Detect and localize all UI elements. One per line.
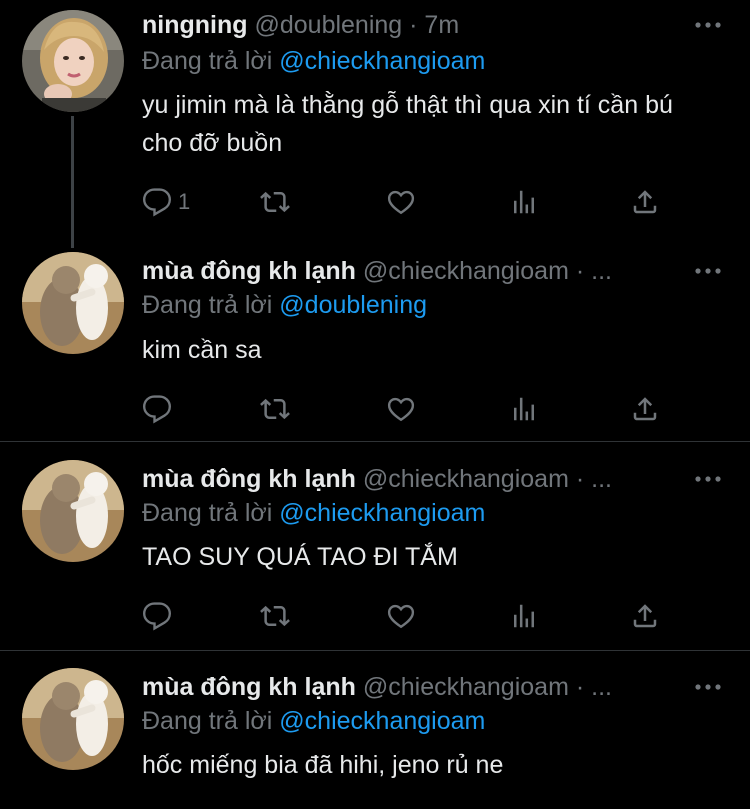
more-options-icon[interactable] (694, 10, 722, 40)
retweet-button[interactable] (260, 389, 290, 429)
like-button[interactable] (386, 389, 416, 429)
like-button[interactable] (386, 182, 416, 222)
tweet-text: hốc miếng bia đã hihi, jeno rủ ne (142, 751, 504, 779)
tweet-header: mùa đông kh lạnh @chieckhangioam · ... (142, 462, 680, 496)
display-name[interactable]: mùa đông kh lạnh (142, 673, 356, 701)
thread-line (71, 116, 74, 248)
more-options-icon[interactable] (694, 256, 722, 286)
analytics-icon (514, 190, 534, 214)
tweet[interactable]: ningning @doublening · 7m Đang trả lời @… (0, 0, 750, 248)
views-button[interactable] (509, 596, 539, 636)
reply-icon (142, 188, 172, 217)
reply-icon (142, 395, 172, 424)
timestamp[interactable]: · ... (576, 673, 612, 701)
divider (0, 650, 750, 651)
views-button[interactable] (509, 182, 539, 222)
tweet[interactable]: mùa đông kh lạnh @chieckhangioam · ... Đ… (0, 456, 750, 648)
tweet-text: TAO SUY QUÁ TAO ĐI TẮM (142, 543, 458, 571)
mention-link[interactable]: @chieckhangioam (279, 499, 485, 527)
reply-count: 1 (178, 189, 191, 214)
tweet[interactable]: mùa đông kh lạnh @chieckhangioam · ... Đ… (0, 664, 750, 809)
analytics-icon (514, 604, 534, 628)
reply-button[interactable] (142, 596, 178, 636)
divider (0, 441, 750, 442)
share-button[interactable] (630, 182, 660, 222)
display-name[interactable]: ningning (142, 11, 248, 39)
reply-context: Đang trả lời @doublening (142, 288, 427, 322)
avatar[interactable] (22, 460, 124, 562)
reply-context: Đang trả lời @chieckhangioam (142, 44, 485, 78)
timestamp[interactable]: · ... (576, 257, 612, 285)
reply-prefix: Đang trả lời (142, 47, 273, 75)
retweet-button[interactable] (260, 596, 290, 636)
retweet-button[interactable] (260, 182, 290, 222)
views-button[interactable] (509, 389, 539, 429)
heart-icon (387, 190, 415, 215)
reply-context: Đang trả lời @chieckhangioam (142, 496, 485, 530)
mention-link[interactable]: @chieckhangioam (279, 47, 485, 75)
display-name[interactable]: mùa đông kh lạnh (142, 465, 356, 493)
user-handle[interactable]: @chieckhangioam (363, 465, 569, 493)
tweet[interactable]: mùa đông kh lạnh @chieckhangioam · ... Đ… (0, 248, 750, 440)
more-options-icon[interactable] (694, 464, 722, 494)
reply-prefix: Đang trả lời (142, 499, 273, 527)
reply-prefix: Đang trả lời (142, 291, 273, 319)
tweet-header: ningning @doublening · 7m (142, 8, 680, 42)
user-handle[interactable]: @chieckhangioam (363, 673, 569, 701)
reply-icon (142, 602, 172, 631)
action-bar (142, 389, 682, 429)
retweet-icon (260, 191, 290, 213)
share-icon (633, 190, 657, 214)
retweet-icon (260, 605, 290, 627)
reply-prefix: Đang trả lời (142, 707, 273, 735)
user-handle[interactable]: @doublening (254, 11, 402, 39)
avatar[interactable] (22, 10, 124, 112)
user-handle[interactable]: @chieckhangioam (363, 257, 569, 285)
analytics-icon (514, 397, 534, 421)
share-button[interactable] (630, 596, 660, 636)
timestamp[interactable]: · 7m (409, 11, 459, 39)
action-bar: 1 (142, 182, 682, 222)
tweet-header: mùa đông kh lạnh @chieckhangioam · ... (142, 670, 680, 704)
display-name[interactable]: mùa đông kh lạnh (142, 257, 356, 285)
action-bar (142, 596, 682, 636)
timestamp[interactable]: · ... (576, 465, 612, 493)
more-options-icon[interactable] (694, 672, 722, 702)
tweet-header: mùa đông kh lạnh @chieckhangioam · ... (142, 254, 680, 288)
heart-icon (387, 397, 415, 422)
mention-link[interactable]: @doublening (279, 291, 427, 319)
heart-icon (387, 604, 415, 629)
reply-button[interactable]: 1 (142, 182, 190, 222)
share-button[interactable] (630, 389, 660, 429)
avatar[interactable] (22, 252, 124, 354)
tweet-text: yu jimin mà là thằng gỗ thật thì qua xin… (142, 91, 673, 157)
like-button[interactable] (386, 596, 416, 636)
reply-context: Đang trả lời @chieckhangioam (142, 704, 485, 738)
retweet-icon (260, 398, 290, 420)
avatar[interactable] (22, 668, 124, 770)
tweet-text: kim cần sa (142, 336, 262, 364)
reply-button[interactable] (142, 389, 178, 429)
mention-link[interactable]: @chieckhangioam (279, 707, 485, 735)
share-icon (633, 397, 657, 421)
share-icon (633, 604, 657, 628)
